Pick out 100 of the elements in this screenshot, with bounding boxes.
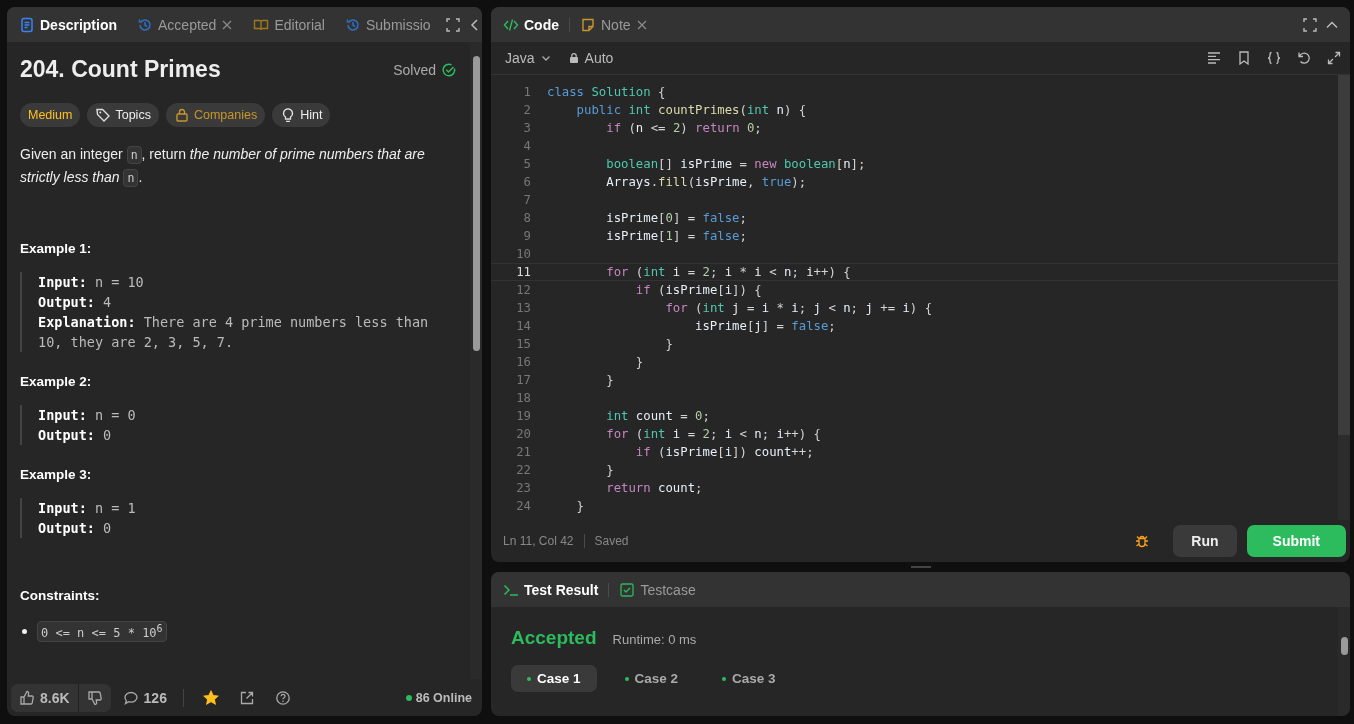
scrollbar[interactable] [470,42,482,679]
line-number: 18 [515,391,532,405]
code-line: for (int i = 2; i < n; i++) { [605,427,821,441]
code-line: } [634,355,644,369]
close-icon[interactable] [221,18,234,31]
save-status: Saved [594,534,629,548]
line-number: 6 [522,175,532,189]
share-icon[interactable] [238,689,255,706]
solved-status: Solved [393,61,436,78]
code-line: isPrime[1] = false; [605,229,747,243]
tag-chip[interactable]: Medium [20,103,81,127]
line-number: 21 [515,445,532,459]
code-line: boolean[] isPrime = new boolean[n]; [605,157,866,171]
line-number: 1 [522,85,532,99]
format-icon[interactable] [1206,50,1222,66]
document-icon [19,16,35,33]
example-title: Example 1: [20,241,93,256]
line-number: 17 [515,373,532,387]
case-tab[interactable]: Case 3 [706,665,792,692]
panel-tab[interactable]: Submissio [343,14,433,35]
lock-icon [173,107,190,123]
checkbox-icon [619,581,636,598]
example-line: Output: 0 [38,426,113,445]
code-line: public int countPrimes(int n) { [575,103,807,117]
constraint-code: 0 <= n <= 5 * 10$^{6}$ [37,621,167,642]
fullscreen-icon[interactable] [1302,16,1318,33]
history-icon [137,16,153,33]
line-number: 3 [522,121,532,135]
panel-tab[interactable]: Note [578,14,650,35]
fullscreen-icon[interactable] [444,16,461,33]
runtime-text: Runtime: 0 ms [612,632,697,647]
code-line: int count = 0; [605,409,710,423]
panel-tab[interactable]: Accepted [135,14,236,35]
star-icon[interactable] [202,689,219,706]
line-number: 23 [515,481,532,495]
close-icon[interactable] [635,18,648,31]
verdict-text: Accepted [511,627,597,649]
note-icon [580,16,596,33]
panel-tab[interactable]: Test Result [501,579,601,600]
scrollbar[interactable] [1338,75,1350,520]
lock-icon [567,52,580,64]
line-number: 2 [522,103,532,117]
tag-chip[interactable]: Companies [165,103,266,127]
panel-tab[interactable]: Editorial [251,14,327,35]
tag-chip[interactable]: Topics [87,103,159,127]
line-number: 8 [522,211,532,225]
online-dot [405,694,412,701]
help-icon[interactable] [274,689,291,706]
line-number: 4 [522,139,532,153]
line-number: 24 [515,499,532,513]
problem-description: Given an integer n , return the number of prime numbers that are strictly less than n . [20,145,426,189]
line-number: 20 [515,427,532,441]
comment-icon [122,689,139,706]
case-tab[interactable]: Case 2 [608,665,695,692]
line-number: 12 [515,283,532,297]
panel-tab[interactable]: Code [501,14,561,35]
undo-icon[interactable] [1296,50,1312,66]
line-number: 22 [515,463,532,477]
example-line: Explanation: There are 4 prime numbers less than 10, they are 2, 3, 5, 7. [38,313,430,352]
tag-icon [95,107,112,123]
auto-mode-button[interactable]: Auto [563,50,618,66]
history-icon [345,16,361,33]
line-number: 11 [515,265,532,279]
code-line: } [575,499,585,513]
line-number: 5 [522,157,532,171]
code-icon [503,16,519,33]
case-tab[interactable]: Case 1 [511,665,597,692]
code-line: isPrime[0] = false; [605,211,747,225]
bookmark-icon[interactable] [1236,50,1252,66]
language-select[interactable]: Java [501,50,556,66]
example-title: Example 2: [20,374,93,389]
example-line: Input: n = 1 [38,499,137,518]
line-number: 15 [515,337,532,351]
comments-button[interactable]: 126 [120,689,169,706]
constraints-title: Constraints: [20,588,101,603]
code-line: } [605,463,614,477]
online-count: 86 Online [415,690,472,705]
cursor-position: Ln 11, Col 42 [503,534,574,548]
panel-tab[interactable]: Description [17,14,119,35]
code-line: isPrime[j] = false; [694,319,836,333]
line-number: 10 [515,247,532,261]
line-number: 13 [515,301,532,315]
example-line: Output: 0 [38,519,113,538]
example-line: Input: n = 0 [38,406,137,425]
line-number: 7 [522,193,532,207]
braces-icon[interactable] [1266,50,1282,66]
thumbs-down-icon [86,689,103,706]
example-line: Input: n = 10 [38,273,145,292]
panel-tab[interactable]: Testcase [617,579,698,600]
check-circle-icon [441,61,457,78]
problem-title: 204. Count Primes [20,56,222,83]
expand-icon[interactable] [1326,50,1342,66]
line-number: 19 [515,409,532,423]
code-line: } [664,337,673,351]
line-number: 14 [515,319,532,333]
code-line: Arrays.fill(isPrime, true); [605,175,807,189]
run-button[interactable]: Run [1173,525,1237,557]
scrollbar[interactable] [1338,607,1350,716]
code-line: class Solution { [547,85,666,99]
tag-chip[interactable]: Hint [272,103,331,127]
